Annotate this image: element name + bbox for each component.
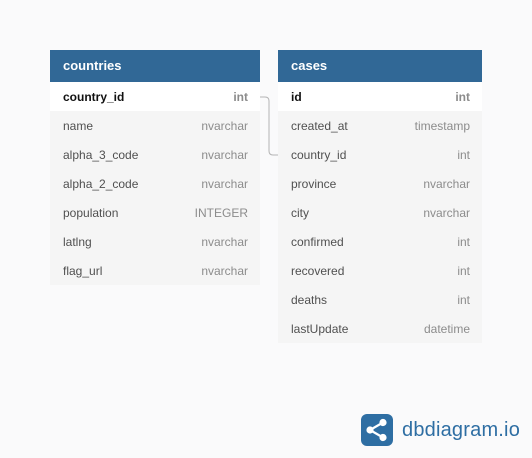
field-name: country_id bbox=[63, 89, 125, 104]
field-name: flag_url bbox=[63, 263, 103, 278]
field-row-created-at[interactable]: created_at timestamp bbox=[278, 111, 482, 140]
field-type: int bbox=[455, 89, 470, 104]
table-body: id int created_at timestamp country_id int pro… bbox=[278, 82, 482, 343]
field-row-country-id[interactable]: country_id int bbox=[278, 140, 482, 169]
field-type: nvarchar bbox=[423, 205, 470, 220]
field-type: nvarchar bbox=[201, 147, 248, 162]
field-row-lastupdate[interactable]: lastUpdate datetime bbox=[278, 314, 482, 343]
field-name: id bbox=[291, 89, 302, 104]
relationship-line-country-id[interactable] bbox=[260, 96, 278, 156]
field-row-name[interactable]: name nvarchar bbox=[50, 111, 260, 140]
table-header[interactable]: cases bbox=[278, 50, 482, 82]
field-type: INTEGER bbox=[194, 205, 248, 220]
field-row-flag-url[interactable]: flag_url nvarchar bbox=[50, 256, 260, 285]
brand-name: dbdiagram.io bbox=[402, 418, 521, 441]
table-header[interactable]: countries bbox=[50, 50, 260, 82]
field-name: name bbox=[63, 118, 94, 133]
field-type: nvarchar bbox=[201, 263, 248, 278]
field-type: nvarchar bbox=[201, 176, 248, 191]
field-name: city bbox=[291, 205, 309, 220]
field-name: province bbox=[291, 176, 337, 191]
field-row-alpha-3-code[interactable]: alpha_3_code nvarchar bbox=[50, 140, 260, 169]
field-name: latlng bbox=[63, 234, 92, 249]
field-name: recovered bbox=[291, 263, 345, 278]
field-name: population bbox=[63, 205, 119, 220]
field-type: int bbox=[457, 292, 470, 307]
field-type: int bbox=[233, 89, 248, 104]
field-name: alpha_2_code bbox=[63, 176, 139, 191]
field-row-province[interactable]: province nvarchar bbox=[278, 169, 482, 198]
field-row-alpha-2-code[interactable]: alpha_2_code nvarchar bbox=[50, 169, 260, 198]
table-cases[interactable]: cases id int created_at timestamp country_id… bbox=[278, 50, 482, 343]
field-type: nvarchar bbox=[423, 176, 470, 191]
table-body: country_id int name nvarchar alpha_3_code nva… bbox=[50, 82, 260, 285]
field-name: alpha_3_code bbox=[63, 147, 139, 162]
field-name: confirmed bbox=[291, 234, 344, 249]
field-type: timestamp bbox=[414, 118, 470, 133]
field-row-recovered[interactable]: recovered int bbox=[278, 256, 482, 285]
field-name: lastUpdate bbox=[291, 321, 349, 336]
field-type: nvarchar bbox=[201, 234, 248, 249]
field-type: nvarchar bbox=[201, 118, 248, 133]
field-row-deaths[interactable]: deaths int bbox=[278, 285, 482, 314]
field-type: int bbox=[457, 263, 470, 278]
field-name: country_id bbox=[291, 147, 347, 162]
field-name: deaths bbox=[291, 292, 328, 307]
share-icon bbox=[361, 414, 393, 446]
field-type: int bbox=[457, 147, 470, 162]
field-row-city[interactable]: city nvarchar bbox=[278, 198, 482, 227]
field-row-id[interactable]: id int bbox=[278, 82, 482, 111]
field-name: created_at bbox=[291, 118, 348, 133]
field-row-country-id[interactable]: country_id int bbox=[50, 82, 260, 111]
field-type: datetime bbox=[423, 321, 470, 336]
field-row-confirmed[interactable]: confirmed int bbox=[278, 227, 482, 256]
field-row-latlng[interactable]: latlng nvarchar bbox=[50, 227, 260, 256]
field-row-population[interactable]: population INTEGER bbox=[50, 198, 260, 227]
brand-logo: dbdiagram.io bbox=[361, 414, 520, 446]
field-type: int bbox=[457, 234, 470, 249]
table-countries[interactable]: countries country_id int name nvarchar alpha… bbox=[50, 50, 260, 285]
